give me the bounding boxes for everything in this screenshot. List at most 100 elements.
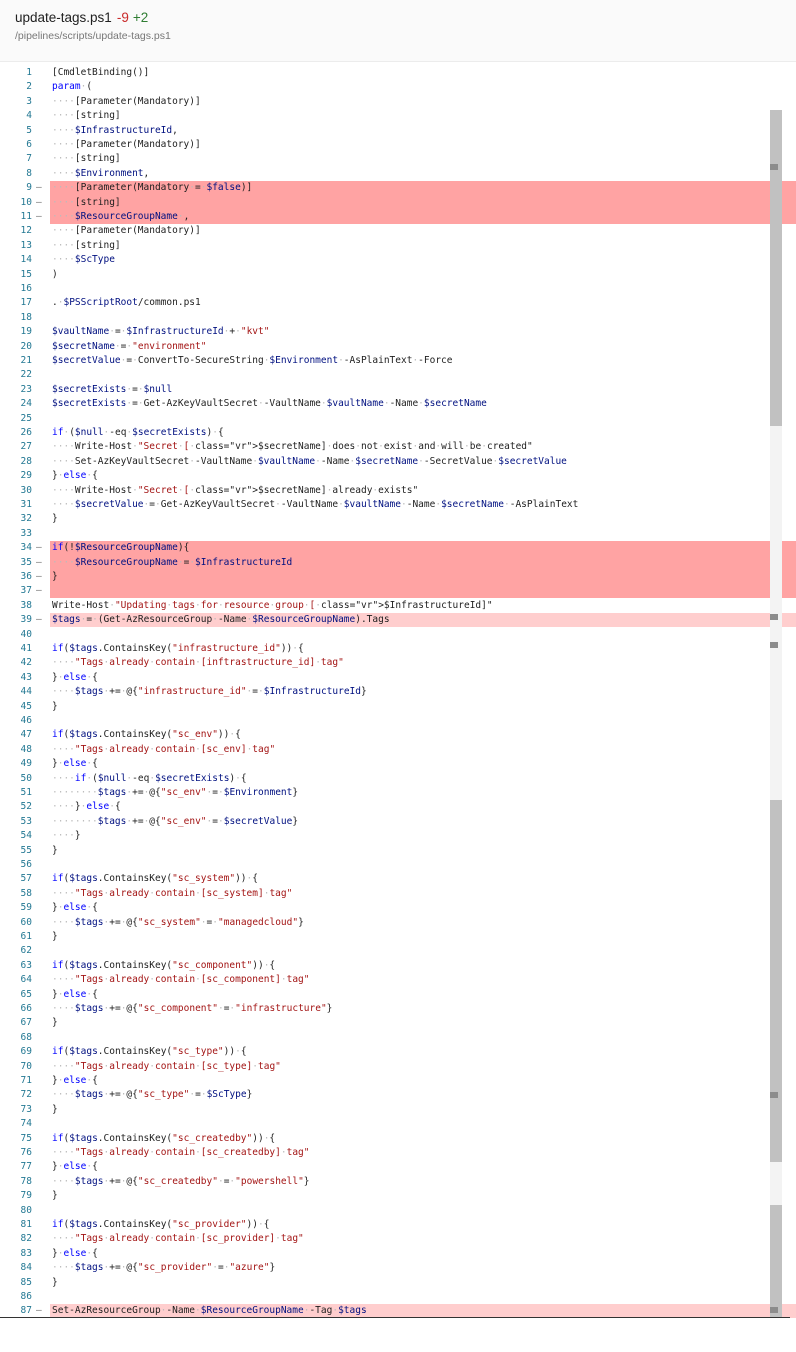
code-line[interactable]: }: [52, 1276, 58, 1290]
code-line[interactable]: ····Write-Host·"Secret·[·class="vr">$sec…: [52, 440, 533, 454]
line-number: 25: [20, 412, 32, 424]
line-number: 40: [20, 628, 32, 640]
code-line[interactable]: Write-Host·"Updating·tags·for·resource·g…: [52, 599, 493, 613]
line-number: 8: [26, 167, 32, 179]
line-number: 53: [20, 815, 32, 827]
line-number: 79: [20, 1190, 32, 1202]
line-number: 30: [20, 484, 32, 496]
code-line[interactable]: $tags·=·(Get-AzResourceGroup·-Name·$Reso…: [52, 613, 390, 627]
line-number: 59: [20, 902, 32, 914]
code-line[interactable]: }: [52, 930, 58, 944]
code-line[interactable]: }·else·{: [52, 1247, 98, 1261]
code-line[interactable]: Set-AzResourceGroup·-Name·$ResourceGroup…: [52, 1304, 367, 1318]
code-line[interactable]: }·else·{: [52, 1160, 98, 1174]
code-line[interactable]: ····[string]: [52, 152, 121, 166]
diff-editor[interactable]: 1 2 3 4 5 6 7 8—9—10—11 12 13 14 15 16 17 18 19 20 21 22 23…: [0, 62, 796, 1318]
code-line[interactable]: ········$tags·+=·@{"sc_env"·=·$secretVal…: [52, 815, 298, 829]
code-line[interactable]: if($tags.ContainsKey("sc_env"))·{: [52, 728, 241, 742]
code-line[interactable]: if($tags.ContainsKey("sc_type"))·{: [52, 1045, 247, 1059]
code-line[interactable]: ): [52, 268, 58, 282]
code-line[interactable]: $vaultName·=·$InfrastructureId·+·"kvt": [52, 325, 269, 339]
line-number: 61: [20, 931, 32, 942]
line-number: 62: [20, 945, 32, 957]
deleted-line-highlight: [50, 569, 796, 585]
line-number: 49: [20, 758, 32, 770]
code-line[interactable]: if($tags.ContainsKey("sc_provider"))·{: [52, 1218, 269, 1232]
vertical-scrollbar[interactable]: [770, 110, 782, 1318]
code-line[interactable]: ····$secretValue·=·Get-AzKeyVaultSecret·…: [52, 498, 578, 512]
code-line[interactable]: }: [52, 1016, 58, 1030]
code-line[interactable]: ····[string]: [52, 196, 121, 210]
code-line[interactable]: ····[Parameter(Mandatory)]: [52, 138, 201, 152]
code-line[interactable]: ····$ResourceGroupName·,: [52, 210, 189, 224]
line-number: 1: [26, 67, 32, 78]
code-line[interactable]: ····$ResourceGroupName·=·$Infrastructure…: [52, 556, 292, 570]
file-name[interactable]: update-tags.ps1: [15, 10, 112, 25]
code-line[interactable]: ····$Environment,: [52, 167, 149, 181]
code-line[interactable]: }·else·{: [52, 671, 98, 685]
code-line[interactable]: param·(: [52, 80, 92, 94]
code-line[interactable]: ····"Tags·already·contain·[sc_system]·ta…: [52, 887, 292, 901]
code-line[interactable]: ····$InfrastructureId,: [52, 124, 178, 138]
code-line[interactable]: ····$tags·+=·@{"sc_component"·=·"infrast…: [52, 1002, 332, 1016]
code-line[interactable]: ····$tags·+=·@{"infrastructure_id"·=·$In…: [52, 685, 367, 699]
code-line[interactable]: $secretValue·=·ConvertTo-SecureString·$E…: [52, 354, 453, 368]
code-line[interactable]: $secretName·=·"environment": [52, 340, 206, 354]
code-line[interactable]: .·$PSScriptRoot/common.ps1: [52, 296, 201, 310]
scrollbar-overview-region: [770, 110, 782, 426]
line-number: 22: [20, 369, 32, 381]
code-line[interactable]: }: [52, 512, 58, 526]
code-line[interactable]: ····"Tags·already·contain·[sc_env]·tag": [52, 743, 275, 757]
code-line[interactable]: ····}: [52, 829, 81, 843]
code-line[interactable]: if($tags.ContainsKey("sc_system"))·{: [52, 872, 258, 886]
code-line[interactable]: }: [52, 700, 58, 714]
code-line[interactable]: ········$tags·+=·@{"sc_env"·=·$Environme…: [52, 786, 298, 800]
code-line[interactable]: ····$tags·+=·@{"sc_type"·=·$ScType}: [52, 1088, 252, 1102]
line-number: 74: [20, 1118, 32, 1130]
deleted-line-marker: —: [36, 196, 42, 208]
code-line[interactable]: ····"Tags·already·contain·[sc_component]…: [52, 973, 310, 987]
code-line[interactable]: ····"Tags·already·contain·[inftrastructu…: [52, 656, 344, 670]
code-line[interactable]: }: [52, 1189, 58, 1203]
code-line[interactable]: ····[string]: [52, 239, 121, 253]
code-line[interactable]: ····}·else·{: [52, 800, 121, 814]
code-line[interactable]: ····[Parameter(Mandatory·=·$false)]: [52, 181, 252, 195]
code-line[interactable]: ····Write-Host·"Secret·[·class="vr">$sec…: [52, 484, 418, 498]
code-line[interactable]: }: [52, 844, 58, 858]
code-line[interactable]: if($tags.ContainsKey("infrastructure_id"…: [52, 642, 304, 656]
code-line[interactable]: ····$tags·+=·@{"sc_createdby"·=·"powersh…: [52, 1175, 310, 1189]
code-line[interactable]: ····if·($null·-eq·$secretExists)·{: [52, 772, 247, 786]
code-line[interactable]: if($tags.ContainsKey("sc_createdby"))·{: [52, 1132, 275, 1146]
code-line[interactable]: ····Set-AzKeyVaultSecret·-VaultName·$vau…: [52, 455, 567, 469]
code-line[interactable]: }: [52, 570, 58, 584]
line-number: 19: [20, 326, 32, 338]
code-line[interactable]: }·else·{: [52, 757, 98, 771]
code-line[interactable]: if·($null·-eq·$secretExists)·{: [52, 426, 224, 440]
file-path: /pipelines/scripts/update-tags.ps1: [15, 30, 171, 42]
code-line[interactable]: ····[Parameter(Mandatory)]: [52, 224, 201, 238]
code-line[interactable]: ····$tags·+=·@{"sc_system"·=·"managedclo…: [52, 916, 304, 930]
code-line[interactable]: if(!$ResourceGroupName){: [52, 541, 189, 555]
code-line[interactable]: }·else·{: [52, 988, 98, 1002]
code-line[interactable]: }·else·{: [52, 901, 98, 915]
deleted-line-marker: —: [36, 1305, 42, 1317]
line-number: 66: [20, 1003, 32, 1014]
code-line[interactable]: [CmdletBinding()]: [52, 66, 149, 80]
code-line[interactable]: }·else·{: [52, 1074, 98, 1088]
line-number: 38: [20, 599, 32, 611]
code-line[interactable]: $secretExists·=·Get-AzKeyVaultSecret·-Va…: [52, 397, 487, 411]
code-line[interactable]: ····$ScType: [52, 253, 115, 267]
line-number: 21: [20, 355, 32, 366]
code-line[interactable]: ····"Tags·already·contain·[sc_type]·tag": [52, 1060, 281, 1074]
code-line[interactable]: $secretExists·=·$null: [52, 383, 172, 397]
code-line[interactable]: ····"Tags·already·contain·[sc_provider]·…: [52, 1232, 304, 1246]
code-line[interactable]: ····"Tags·already·contain·[sc_createdby]…: [52, 1146, 310, 1160]
code-line[interactable]: ····[string]: [52, 109, 121, 123]
deleted-line-marker: —: [36, 542, 42, 554]
code-line[interactable]: ····[Parameter(Mandatory)]: [52, 95, 201, 109]
code-line[interactable]: if($tags.ContainsKey("sc_component"))·{: [52, 959, 275, 973]
line-number: 28: [20, 455, 32, 467]
code-line[interactable]: }: [52, 1103, 58, 1117]
code-line[interactable]: }·else·{: [52, 469, 98, 483]
code-line[interactable]: ····$tags·+=·@{"sc_provider"·=·"azure"}: [52, 1261, 275, 1275]
